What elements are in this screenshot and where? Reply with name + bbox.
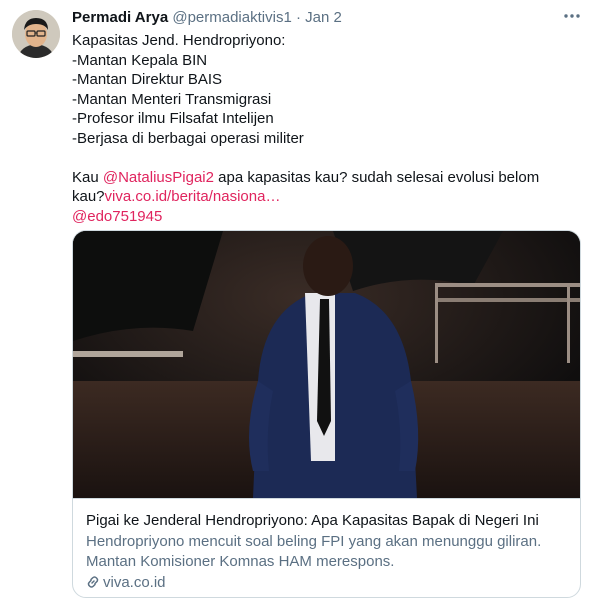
mention-link[interactable]: @NataliusPigai2 — [103, 169, 214, 186]
mention-link-2[interactable]: @edo751945 — [72, 207, 572, 227]
author-name[interactable]: Permadi Arya — [72, 9, 168, 26]
link-card[interactable]: Pigai ke Jenderal Hendropriyono: Apa Kap… — [72, 230, 581, 598]
card-image[interactable] — [73, 231, 580, 498]
tweet-line: -Profesor ilmu Filsafat Intelijen — [72, 110, 274, 127]
avatar[interactable] — [12, 10, 60, 58]
tweet-line: Kapasitas Jend. Hendropriyono: — [72, 32, 286, 49]
card-title[interactable]: Pigai ke Jenderal Hendropriyono: Apa Kap… — [86, 512, 539, 529]
tweet-line: -Mantan Direktur BAIS — [72, 71, 223, 88]
reply-line: Kau @NataliusPigai2 apa kapasitas kau? s… — [72, 168, 572, 188]
reply-prefix: Kau — [72, 168, 103, 186]
tweet[interactable]: Permadi Arya @permadiaktivis1 · Jan 2 Ka… — [0, 0, 601, 607]
card-domain: viva.co.id — [86, 574, 166, 593]
tweet-line: -Mantan Menteri Transmigrasi — [72, 90, 272, 108]
author-handle[interactable]: @permadiaktivis1 — [172, 9, 291, 26]
link-icon — [86, 575, 100, 593]
card-domain-text: viva.co.id — [103, 574, 166, 591]
card-body[interactable]: Pigai ke Jenderal Hendropriyono: Apa Kap… — [73, 498, 580, 597]
reply-text-2: kau? — [72, 188, 105, 205]
tweet-date[interactable]: Jan 2 — [305, 9, 342, 26]
url-link[interactable]: viva.co.id/berita/nasiona… — [105, 188, 281, 205]
more-icon[interactable] — [560, 6, 584, 26]
tweet-line: -Berjasa di berbagai operasi militer — [72, 129, 304, 147]
card-description: Hendropriyono mencuit soal beling FPI ya… — [86, 533, 542, 570]
tweet-text: Kapasitas Jend. Hendropriyono: -Mantan K… — [72, 31, 572, 226]
reply-line-2: kau?viva.co.id/berita/nasiona… — [72, 187, 572, 207]
tweet-header: Permadi Arya @permadiaktivis1 · Jan 2 — [72, 9, 342, 29]
reply-text: apa kapasitas kau? sudah selesai evolusi… — [213, 168, 540, 186]
tweet-line: -Mantan Kepala BIN — [72, 51, 208, 69]
separator-dot: · — [295, 9, 301, 26]
